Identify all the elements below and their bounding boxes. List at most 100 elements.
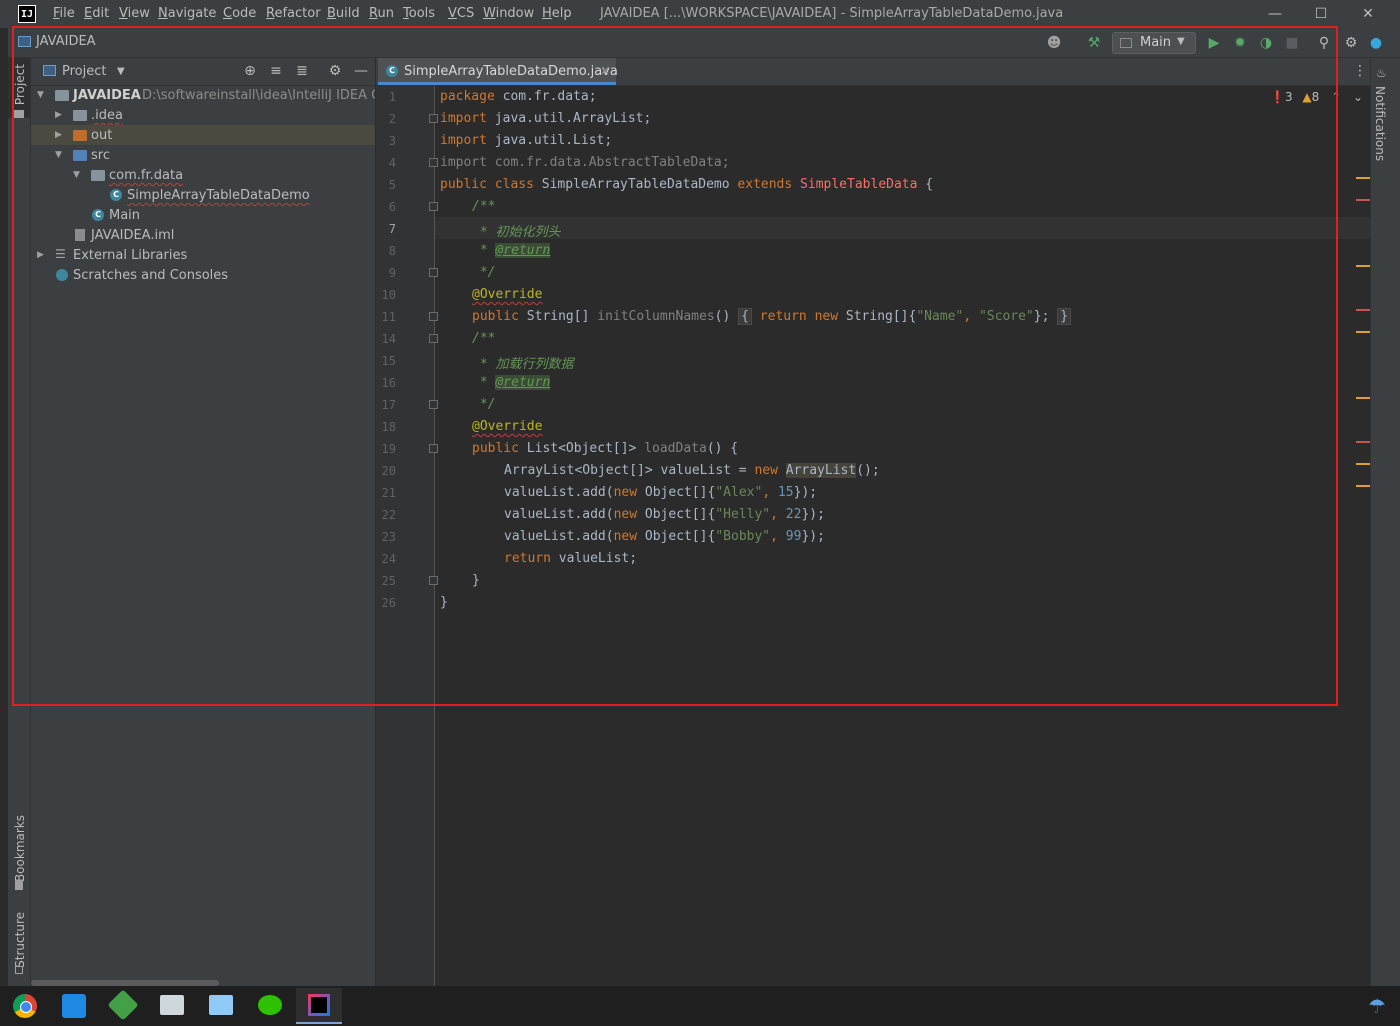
fold-marker-icon[interactable]	[429, 312, 438, 321]
fold-marker-icon[interactable]	[429, 114, 438, 123]
bookmark-icon	[15, 880, 23, 890]
code-line-22: valueList.add(new Object[]{"Helly", 22})…	[504, 507, 825, 522]
menu-edit[interactable]: Edit	[84, 6, 109, 21]
window-title: JAVAIDEA [...\WORKSPACE\JAVAIDEA] - Simp…	[600, 6, 1064, 21]
code-line-24: return valueList;	[504, 551, 638, 566]
tree-item-main[interactable]	[31, 205, 375, 225]
debug-icon[interactable]: ✹	[1230, 33, 1250, 53]
java-class-icon: C	[386, 65, 398, 77]
file-manager-icon[interactable]	[51, 988, 97, 1024]
fold-marker-icon[interactable]	[429, 576, 438, 585]
chevron-down-icon[interactable]: ⌄	[1353, 90, 1363, 104]
fold-marker-icon[interactable]	[429, 444, 438, 453]
notifications-stripe-label[interactable]: Notifications	[1373, 86, 1387, 161]
jetbrains-toolbox-icon[interactable]: ●	[1366, 33, 1386, 53]
download-manager-icon[interactable]	[100, 988, 146, 1024]
menu-build[interactable]: Build	[327, 6, 360, 21]
menu-refactor[interactable]: Refactor	[266, 6, 321, 21]
chevron-down-icon[interactable]: ▼	[73, 170, 80, 180]
warning-marker[interactable]	[1356, 485, 1370, 487]
menu-view[interactable]: View	[119, 6, 150, 21]
code-line-9: */	[472, 265, 496, 280]
package-icon	[91, 170, 105, 181]
menu-navigate[interactable]: Navigate	[158, 6, 216, 21]
close-tab-icon[interactable]: ✕	[600, 64, 610, 78]
error-marker[interactable]	[1356, 441, 1370, 443]
expand-all-icon[interactable]: ≡	[266, 61, 286, 81]
fold-marker-icon[interactable]	[429, 202, 438, 211]
chevron-right-icon[interactable]: ▶	[55, 110, 62, 120]
chevron-down-icon[interactable]: ▼	[55, 150, 62, 160]
tree-label-src: src	[91, 148, 110, 163]
fold-marker-icon[interactable]	[429, 158, 438, 167]
intellij-icon[interactable]	[296, 988, 342, 1024]
chevron-right-icon[interactable]: ▶	[55, 130, 62, 140]
stop-icon[interactable]: ■	[1282, 33, 1302, 53]
run-configuration-label: Main	[1140, 35, 1172, 50]
code-line-26: }	[440, 595, 448, 610]
more-tabs-icon[interactable]: ⋮	[1353, 63, 1367, 79]
warning-marker[interactable]	[1356, 177, 1370, 179]
intellij-logo-icon[interactable]: IJ	[18, 5, 36, 23]
warning-count: 8	[1311, 90, 1320, 104]
structure-stripe-label[interactable]: Structure	[13, 912, 27, 968]
breadcrumb-project[interactable]: JAVAIDEA	[36, 34, 96, 49]
fold-marker-icon[interactable]	[429, 268, 438, 277]
line-number: 18	[381, 420, 396, 434]
module-folder-icon	[55, 90, 69, 101]
chevron-down-icon[interactable]: ▼	[37, 90, 44, 100]
structure-icon	[15, 966, 23, 974]
line-number: 14	[381, 332, 396, 346]
locate-file-icon[interactable]: ⊕	[240, 61, 260, 81]
tree-item-package[interactable]	[31, 165, 375, 185]
hide-panel-icon[interactable]: —	[351, 61, 371, 81]
error-marker[interactable]	[1356, 309, 1370, 311]
close-window-button[interactable]: ✕	[1348, 4, 1388, 24]
menu-code[interactable]: Code	[223, 6, 256, 21]
minimize-button[interactable]: —	[1255, 4, 1295, 24]
remote-desktop-icon[interactable]	[198, 988, 244, 1024]
project-stripe-label[interactable]: Project	[13, 64, 27, 105]
fold-marker-icon[interactable]	[429, 400, 438, 409]
error-count: 3	[1284, 90, 1293, 104]
chrome-icon[interactable]	[2, 988, 48, 1024]
bookmarks-stripe-label[interactable]: Bookmarks	[13, 815, 27, 882]
tree-label-demo-class: SimpleArrayTableDataDemo	[127, 188, 310, 203]
warning-marker[interactable]	[1356, 397, 1370, 399]
warning-marker[interactable]	[1356, 331, 1370, 333]
panel-options-gear-icon[interactable]: ⚙	[325, 61, 345, 81]
chevron-down-icon[interactable]: ▼	[117, 66, 125, 77]
project-view-selector[interactable]: Project	[62, 64, 106, 79]
build-hammer-icon[interactable]: ⚒	[1084, 33, 1104, 53]
project-module-icon	[18, 36, 31, 47]
error-marker[interactable]	[1356, 199, 1370, 201]
coverage-icon[interactable]: ◑	[1256, 33, 1276, 53]
chevron-down-icon: ▼	[1177, 36, 1185, 47]
fold-marker-icon[interactable]	[429, 334, 438, 343]
menu-vcs[interactable]: VCS	[448, 6, 474, 21]
screen-tool-icon[interactable]	[149, 988, 195, 1024]
collapse-all-icon[interactable]: ≣	[292, 61, 312, 81]
line-number: 26	[381, 596, 396, 610]
warning-marker[interactable]	[1356, 265, 1370, 267]
chevron-right-icon[interactable]: ▶	[37, 250, 44, 260]
menu-window[interactable]: Window	[483, 6, 534, 21]
notifications-bell-icon[interactable]: ♨	[1376, 66, 1387, 80]
warning-marker[interactable]	[1356, 463, 1370, 465]
search-icon[interactable]: ⚲	[1314, 33, 1334, 53]
wechat-icon[interactable]	[247, 988, 293, 1024]
settings-gear-icon[interactable]: ⚙	[1341, 33, 1361, 53]
menu-tools[interactable]: Tools	[403, 6, 435, 21]
line-number: 6	[388, 200, 396, 214]
umbrella-tray-icon[interactable]: ☂	[1368, 994, 1386, 1018]
maximize-button[interactable]: ☐	[1301, 4, 1341, 24]
menu-file[interactable]: File	[53, 6, 75, 21]
menu-help[interactable]: Help	[542, 6, 572, 21]
run-icon[interactable]: ▶	[1204, 33, 1224, 53]
chevron-up-icon[interactable]: ⌃	[1331, 90, 1341, 104]
line-number-current: 7	[388, 222, 396, 236]
vcs-user-icon[interactable]: ☻▾	[1044, 33, 1064, 71]
menu-run[interactable]: Run	[369, 6, 394, 21]
code-line-19: public List<Object[]> loadData() {	[472, 441, 739, 456]
inspection-widget[interactable]: ❗3 ▲8 ⌃ ⌄	[1270, 90, 1363, 104]
